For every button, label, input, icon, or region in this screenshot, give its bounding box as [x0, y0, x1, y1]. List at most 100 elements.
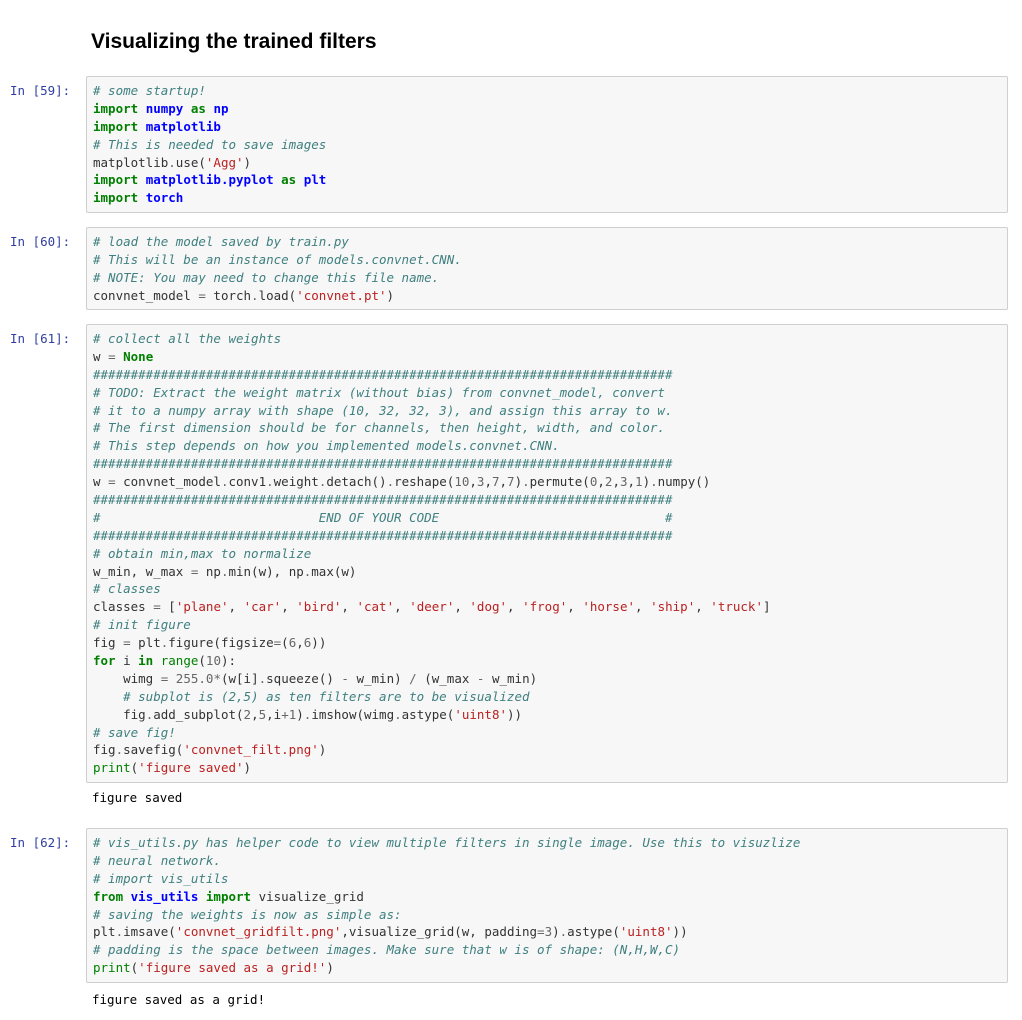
code-line: # neural network. [93, 852, 1001, 870]
code-token: wimg [93, 670, 161, 686]
code-token: , [341, 599, 357, 615]
code-token: ########################################… [93, 527, 673, 543]
code-token: ( [198, 653, 206, 669]
code-token: , [484, 474, 492, 490]
code-token: ): [220, 653, 237, 669]
code-token: plt [93, 924, 116, 940]
code-token: = [198, 287, 206, 303]
code-token: . [650, 474, 658, 490]
code-token: 3 [619, 474, 628, 490]
code-token: w_min) [484, 670, 538, 686]
code-line: ########################################… [93, 455, 1001, 473]
code-token: * [213, 670, 221, 686]
code-token: # classes [93, 581, 161, 597]
code-token: 2 [243, 706, 252, 722]
code-token: for [93, 653, 116, 669]
code-token: figure(figsize [168, 635, 274, 651]
code-line: print('figure saved') [93, 759, 1001, 777]
code-token: # This will be an instance of models.con… [93, 251, 462, 267]
code-token: fig [93, 635, 124, 651]
code-line: w_min, w_max = np.min(w), np.max(w) [93, 563, 1001, 581]
code-token: ,visualize_grid(w, padding [341, 924, 538, 940]
code-token: # The first dimension should be for chan… [93, 420, 665, 436]
code-token: 7 [507, 474, 515, 490]
code-token: matplotlib [145, 118, 221, 134]
code-token: ) [318, 742, 327, 758]
code-token: 7 [491, 474, 500, 490]
code-token: , [695, 599, 711, 615]
code-token: ( [281, 635, 289, 651]
code-token: w_min, w_max [93, 563, 191, 579]
code-token: , [394, 599, 410, 615]
code-token: use( [175, 154, 206, 170]
code-line: w = None [93, 348, 1001, 366]
code-token: ) [296, 706, 304, 722]
code-token: w_min) [348, 670, 410, 686]
code-line: # padding is the space between images. M… [93, 941, 1001, 959]
code-token: # import vis_utils [93, 870, 229, 886]
code-token: # This step depends on how you implement… [93, 438, 560, 454]
cell-output: figure saved [92, 790, 183, 805]
code-token: . [251, 287, 259, 303]
code-token: import [93, 100, 139, 116]
code-line: # import vis_utils [93, 870, 1001, 888]
code-line: from vis_utils import visualize_grid [93, 888, 1001, 906]
code-token: [ [160, 599, 176, 615]
code-token: fig [93, 742, 116, 758]
code-token: detach() [326, 474, 387, 490]
code-token: # load the model saved by train.py [93, 234, 349, 249]
code-line: fig.savefig('convnet_filt.png') [93, 741, 1001, 759]
code-text[interactable]: # some startup! import numpy as np import … [93, 82, 1001, 207]
code-token: ) [386, 287, 395, 303]
input-prompt: In [59]: [10, 83, 71, 98]
code-token: visualize_grid [251, 888, 364, 904]
code-token: 'cat' [356, 599, 395, 615]
code-text[interactable]: # vis_utils.py has helper code to view m… [93, 834, 1001, 977]
code-token: 'dog' [469, 599, 508, 615]
code-token: # padding is the space between images. M… [93, 942, 680, 958]
code-line: # This will be an instance of models.con… [93, 251, 1001, 269]
code-text[interactable]: # collect all the weights w = None #######… [93, 330, 1001, 777]
code-token: / [409, 670, 417, 686]
code-token: ] [762, 599, 771, 615]
code-token: 'figure saved as a grid!' [138, 960, 327, 976]
code-line: ########################################… [93, 491, 1001, 509]
code-token: min(w), np [228, 563, 304, 579]
code-line: wimg = 255.0*(w[i].squeeze() - w_min) / … [93, 670, 1001, 688]
code-token: as [190, 100, 206, 116]
code-editor[interactable]: # load the model saved by train.py # This… [86, 227, 1008, 310]
code-token: 'ship' [650, 599, 696, 615]
code-token: 10 [205, 653, 221, 669]
code-editor[interactable]: # some startup! import numpy as np import … [86, 76, 1008, 213]
code-line: fig = plt.figure(figsize=(6,6)) [93, 634, 1001, 652]
code-token: = [108, 348, 116, 364]
code-token: ) [326, 960, 334, 976]
code-token: ) [514, 474, 523, 490]
code-token: matplotlib [93, 154, 169, 170]
code-token: i [115, 653, 139, 669]
code-token: savefig( [123, 742, 184, 758]
code-editor[interactable]: # collect all the weights w = None #######… [86, 324, 1008, 783]
code-token: = [123, 635, 131, 651]
code-token: # TODO: Extract the weight matrix (witho… [93, 384, 665, 400]
code-token: convnet_model [115, 474, 221, 490]
code-token: , [507, 599, 523, 615]
code-line: # NOTE: You may need to change this file… [93, 269, 1001, 287]
code-line: # classes [93, 580, 1001, 598]
code-token: ) [243, 760, 252, 776]
code-token: range [160, 653, 199, 669]
code-token: 'frog' [522, 599, 568, 615]
code-token: import [93, 118, 139, 134]
code-token: convnet_model [93, 287, 199, 303]
code-token: . [115, 742, 124, 758]
code-text[interactable]: # load the model saved by train.py # This… [93, 233, 1001, 305]
code-token: # subplot is (2,5) as ten filters are to… [123, 688, 530, 704]
code-token: )) [311, 635, 327, 651]
code-line: ########################################… [93, 527, 1001, 545]
code-editor[interactable]: # vis_utils.py has helper code to view m… [86, 828, 1008, 983]
code-line: # obtain min,max to normalize [93, 545, 1001, 563]
